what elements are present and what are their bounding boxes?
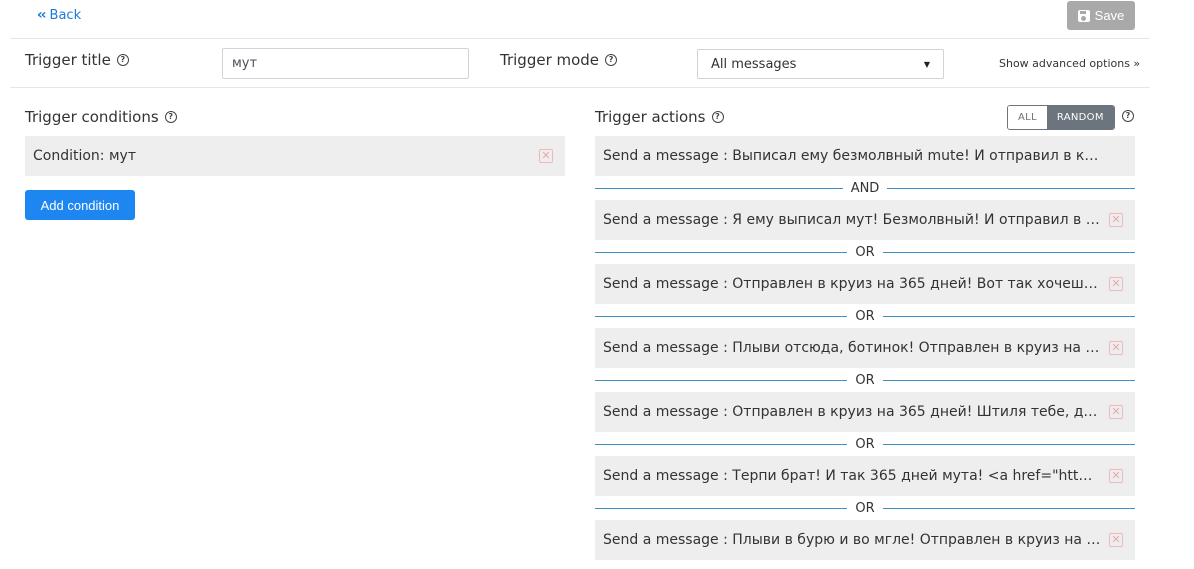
condition-text: Condition: мут bbox=[33, 148, 136, 164]
action-separator: OR bbox=[595, 498, 1136, 518]
trigger-conditions-heading: Trigger conditions ? bbox=[25, 108, 177, 126]
action-text: Send a message : Плыви отсюда, ботинок! … bbox=[603, 340, 1101, 356]
action-item[interactable]: Send a message : Плыви в бурю и во мгле!… bbox=[595, 520, 1135, 560]
separator-label: OR bbox=[855, 372, 875, 388]
trigger-mode-label: Trigger mode ? bbox=[500, 51, 618, 69]
action-item[interactable]: Send a message : Отправлен в круиз на 36… bbox=[595, 392, 1135, 432]
trigger-mode-value: All messages bbox=[711, 56, 797, 72]
trigger-actions-heading: Trigger actions ? bbox=[595, 108, 724, 126]
double-chevron-left-icon: ‹‹ bbox=[37, 7, 46, 23]
separator-label: OR bbox=[855, 500, 875, 516]
separator-label: AND bbox=[850, 180, 880, 196]
delete-icon[interactable]: ✕ bbox=[1109, 341, 1123, 355]
show-advanced-options-link[interactable]: Show advanced options » bbox=[999, 57, 1140, 70]
action-separator: OR bbox=[595, 370, 1136, 390]
help-icon[interactable]: ? bbox=[164, 111, 177, 123]
help-icon[interactable]: ? bbox=[1122, 110, 1134, 122]
condition-item[interactable]: Condition: мут ✕ bbox=[25, 136, 565, 176]
top-divider bbox=[10, 38, 1150, 39]
action-separator: OR bbox=[595, 242, 1136, 262]
action-text: Send a message : Выписал ему безмолвный … bbox=[603, 148, 1101, 164]
action-item[interactable]: Send a message : Я ему выписал мут! Безм… bbox=[595, 200, 1135, 240]
save-button[interactable]: Save bbox=[1067, 1, 1135, 30]
separator-label: OR bbox=[855, 244, 875, 260]
help-icon[interactable]: ? bbox=[116, 54, 129, 66]
action-item[interactable]: Send a message : Отправлен в круиз на 36… bbox=[595, 264, 1135, 304]
save-label: Save bbox=[1094, 8, 1125, 23]
delete-icon[interactable]: ✕ bbox=[1109, 277, 1123, 291]
separator-label: OR bbox=[855, 436, 875, 452]
action-text: Send a message : Плыви в бурю и во мгле!… bbox=[603, 532, 1101, 548]
toggle-all-button[interactable]: ALL bbox=[1008, 106, 1047, 129]
delete-icon[interactable]: ✕ bbox=[1109, 533, 1123, 547]
action-text: Send a message : Отправлен в круиз на 36… bbox=[603, 404, 1101, 420]
action-separator: OR bbox=[595, 306, 1136, 326]
action-text: Send a message : Я ему выписал мут! Безм… bbox=[603, 212, 1101, 228]
delete-icon[interactable]: ✕ bbox=[1109, 405, 1123, 419]
action-item[interactable]: Send a message : Плыви отсюда, ботинок! … bbox=[595, 328, 1135, 368]
action-separator: AND bbox=[595, 178, 1136, 198]
help-icon[interactable]: ? bbox=[605, 54, 618, 66]
back-label: Back bbox=[49, 7, 82, 23]
form-divider bbox=[10, 87, 1150, 88]
separator-label: OR bbox=[855, 308, 875, 324]
action-item[interactable]: Send a message : Выписал ему безмолвный … bbox=[595, 136, 1135, 176]
delete-icon[interactable]: ✕ bbox=[1109, 469, 1123, 483]
action-text: Send a message : Отправлен в круиз на 36… bbox=[603, 276, 1101, 292]
action-text: Send a message : Терпи брат! И так 365 д… bbox=[603, 468, 1101, 484]
toggle-random-button[interactable]: RANDOM bbox=[1046, 106, 1114, 129]
trigger-title-label: Trigger title ? bbox=[25, 51, 129, 69]
action-mode-toggle: ALL RANDOM bbox=[1007, 105, 1115, 130]
help-icon[interactable]: ? bbox=[711, 111, 724, 123]
delete-icon[interactable]: ✕ bbox=[539, 149, 553, 163]
back-link[interactable]: ‹‹ Back bbox=[37, 7, 81, 23]
floppy-disk-icon bbox=[1077, 9, 1090, 22]
trigger-title-input[interactable] bbox=[222, 48, 469, 79]
trigger-mode-select[interactable]: All messages ▼ bbox=[697, 49, 944, 79]
action-item[interactable]: Send a message : Терпи брат! И так 365 д… bbox=[595, 456, 1135, 496]
caret-down-icon: ▼ bbox=[923, 59, 930, 69]
action-separator: OR bbox=[595, 434, 1136, 454]
delete-icon[interactable]: ✕ bbox=[1109, 213, 1123, 227]
add-condition-button[interactable]: Add condition bbox=[25, 190, 135, 220]
